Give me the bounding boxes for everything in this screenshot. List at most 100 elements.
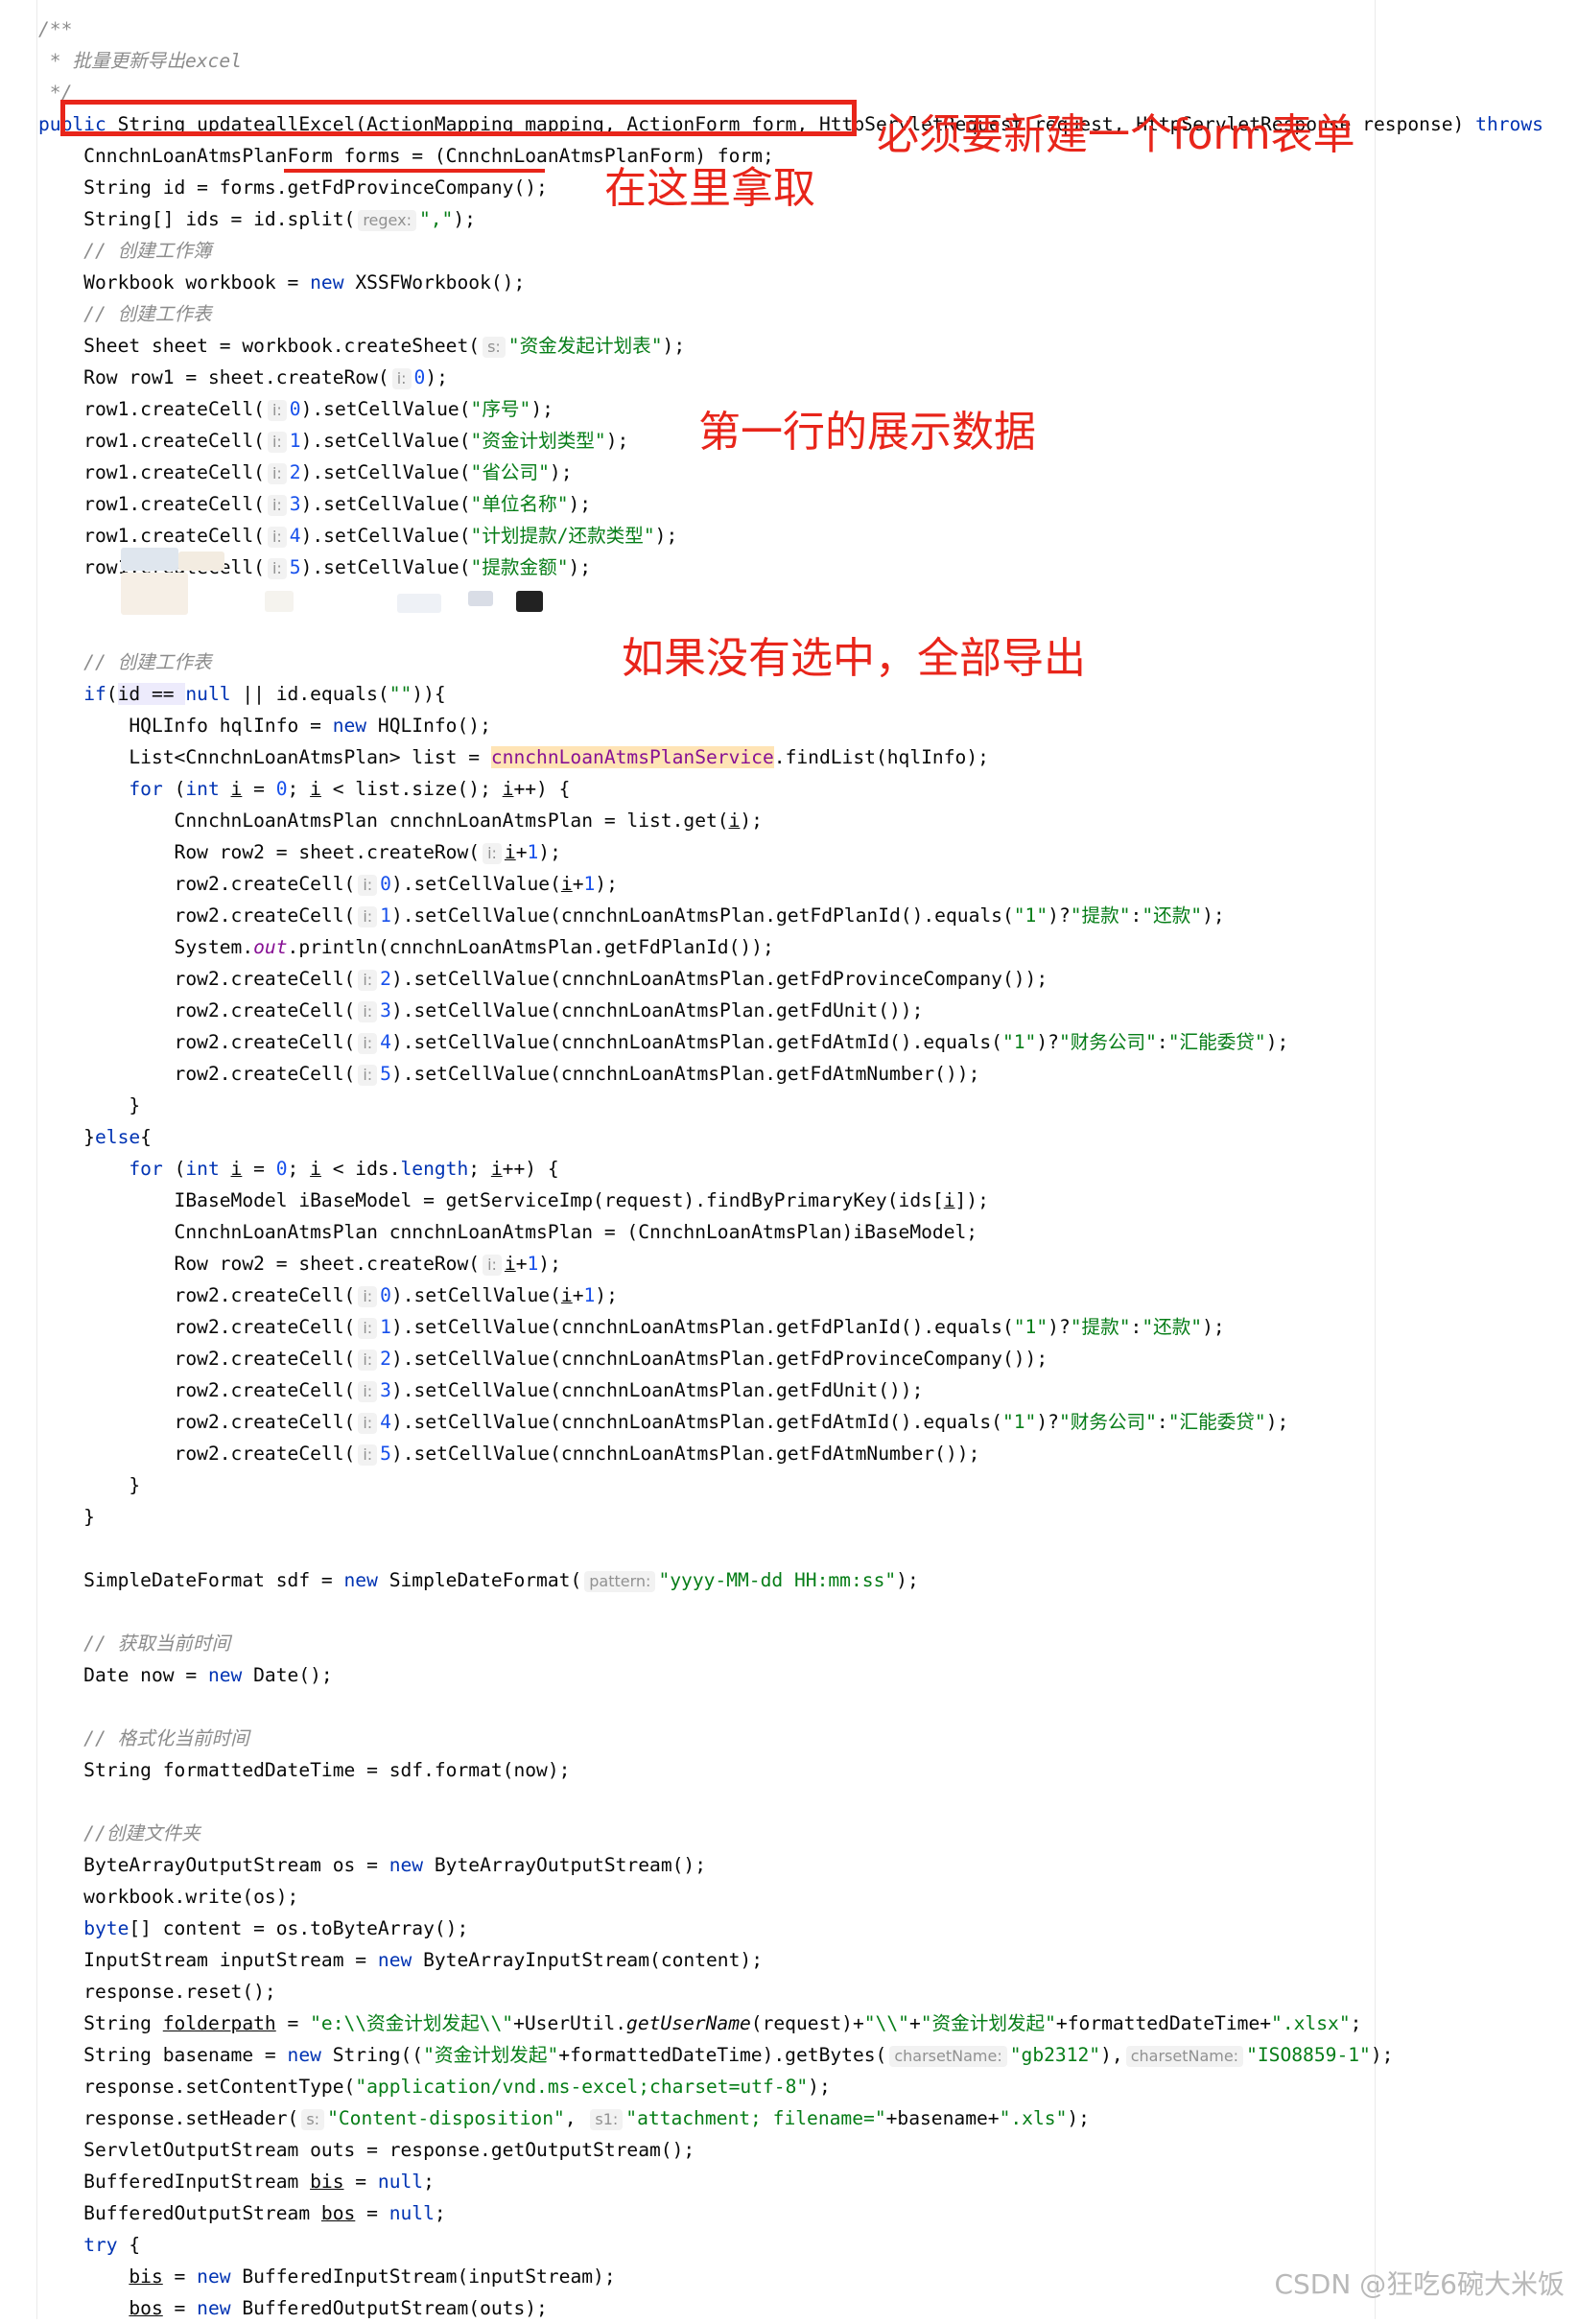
code-line[interactable]: } — [38, 1469, 140, 1501]
code-token: 0 — [413, 366, 426, 388]
code-line[interactable]: row1.createCell(i: 1).setCellValue("资金计划类… — [38, 425, 628, 457]
code-line[interactable]: String formattedDateTime = sdf.format(no… — [38, 1754, 570, 1786]
code-line[interactable]: row2.createCell(i: 1).setCellValue(cnnchn… — [38, 1311, 1225, 1343]
code-line[interactable]: Row row1 = sheet.createRow(i: 0); — [38, 362, 448, 393]
code-token: HQLInfo(); — [377, 715, 491, 737]
code-line[interactable]: response.setHeader(s: "Content-dispositio… — [38, 2102, 1090, 2134]
code-line[interactable]: workbook.write(os); — [38, 1881, 298, 1913]
code-line[interactable]: HQLInfo hqlInfo = new HQLInfo(); — [38, 710, 491, 741]
code-line[interactable]: byte[] content = os.toByteArray(); — [38, 1913, 468, 1944]
code-line[interactable]: for (int i = 0; i < list.size(); i++) { — [38, 773, 570, 805]
code-line[interactable]: response.reset(); — [38, 1976, 276, 2007]
code-line[interactable]: row2.createCell(i: 3).setCellValue(cnnchn… — [38, 995, 923, 1026]
code-line[interactable]: row1.createCell(i: 0).setCellValue("序号"); — [38, 393, 553, 425]
code-line[interactable]: row2.createCell(i: 5).setCellValue(cnnchn… — [38, 1438, 979, 1469]
param-hint: i: — [358, 1064, 378, 1086]
code-line[interactable]: response.setContentType("application/vnd… — [38, 2071, 831, 2102]
code-token: 1 — [289, 430, 301, 452]
param-hint: s: — [301, 2108, 325, 2130]
code-line[interactable]: // 格式化当前时间 — [38, 1723, 249, 1754]
code-line[interactable]: row2.createCell(i: 1).setCellValue(cnnchn… — [38, 900, 1225, 931]
code-line[interactable]: InputStream inputStream = new ByteArrayI… — [38, 1944, 763, 1976]
code-token: // 创建工作簿 — [38, 240, 212, 262]
code-token: "提款" — [1070, 904, 1131, 927]
code-token: ); — [896, 1569, 919, 1591]
code-token: ).setCellValue( — [300, 525, 471, 547]
code-line[interactable]: Row row2 = sheet.createRow(i: i+1); — [38, 836, 561, 868]
code-line[interactable]: bis = new BufferedInputStream(inputStrea… — [38, 2261, 615, 2292]
code-line[interactable]: String id = forms.getFdProvinceCompany()… — [38, 172, 548, 203]
code-line[interactable]: Workbook workbook = new XSSFWorkbook(); — [38, 267, 525, 298]
code-line[interactable]: String basename = new String(("资金计划发起"+f… — [38, 2039, 1393, 2071]
code-line[interactable]: BufferedInputStream bis = null; — [38, 2166, 435, 2197]
code-line[interactable]: if(id == null || id.equals("")){ — [38, 678, 446, 710]
code-line[interactable]: }else{ — [38, 1121, 152, 1153]
code-line[interactable]: row1.createCell(i: 2).setCellValue("省公司")… — [38, 457, 573, 488]
highlight-box-form — [60, 100, 857, 136]
code-line[interactable]: try { — [38, 2229, 140, 2261]
code-line[interactable]: bos = new BufferedOutputStream(outs); — [38, 2292, 547, 2324]
code-token: String[] ids = id.split( — [38, 208, 356, 230]
param-hint: pattern: — [584, 1570, 656, 1592]
code-token: InputStream inputStream = — [38, 1949, 378, 1971]
code-line[interactable]: Date now = new Date(); — [38, 1659, 333, 1691]
code-line[interactable]: } — [38, 1090, 140, 1121]
code-line[interactable]: * 批量更新导出excel — [38, 45, 242, 77]
code-token: Date now = — [38, 1664, 208, 1686]
code-token: < ids. — [320, 1158, 401, 1180]
code-line[interactable]: BufferedOutputStream bos = null; — [38, 2197, 446, 2229]
code-line[interactable]: /** — [38, 13, 72, 45]
code-token: + — [572, 873, 584, 895]
code-line[interactable]: row2.createCell(i: 5).setCellValue(cnnchn… — [38, 1058, 979, 1090]
code-token: HQLInfo hqlInfo = — [38, 715, 333, 737]
code-token: "资金计划发起" — [423, 2044, 559, 2066]
param-hint: i: — [358, 1000, 378, 1022]
code-line[interactable]: Row row2 = sheet.createRow(i: i+1); — [38, 1248, 561, 1279]
code-token: "提款" — [1070, 1316, 1131, 1338]
code-line[interactable]: List<CnnchnLoanAtmsPlan> list = cnnchnLo… — [38, 741, 989, 773]
code-line[interactable]: IBaseModel iBaseModel = getServiceImp(re… — [38, 1185, 989, 1216]
code-token: + — [515, 841, 528, 863]
code-line[interactable]: //创建文件夹 — [38, 1818, 200, 1849]
code-line[interactable]: // 创建工作表 — [38, 298, 211, 330]
code-line[interactable]: ByteArrayOutputStream os = new ByteArray… — [38, 1849, 706, 1881]
code-line[interactable]: } — [38, 1501, 95, 1533]
code-line[interactable]: // 创建工作簿 — [38, 235, 212, 267]
code-line[interactable]: row2.createCell(i: 3).setCellValue(cnnchn… — [38, 1374, 923, 1406]
code-token: i — [490, 1158, 503, 1180]
code-line[interactable]: Sheet sheet = workbook.createSheet(s: "资金… — [38, 330, 685, 362]
code-line[interactable]: row2.createCell(i: 4).setCellValue(cnnchn… — [38, 1406, 1288, 1438]
code-line[interactable]: String[] ids = id.split(regex: ","); — [38, 203, 476, 235]
code-token: folderpath — [162, 2012, 276, 2034]
code-line[interactable]: for (int i = 0; i < ids.length; i++) { — [38, 1153, 558, 1185]
code-token: + — [908, 2012, 921, 2034]
code-token: new — [343, 1569, 389, 1591]
code-token: i — [310, 778, 321, 800]
code-line[interactable]: SimpleDateFormat sdf = new SimpleDateFor… — [38, 1564, 919, 1596]
code-token: i — [502, 778, 514, 800]
code-line[interactable]: // 获取当前时间 — [38, 1628, 230, 1659]
code-token: ++) { — [513, 778, 571, 800]
code-line[interactable]: ServletOutputStream outs = response.getO… — [38, 2134, 695, 2166]
code-line[interactable]: CnnchnLoanAtmsPlan cnnchnLoanAtmsPlan = … — [38, 805, 763, 836]
code-token: new — [377, 1949, 424, 1971]
code-token: // 获取当前时间 — [38, 1632, 231, 1655]
code-line[interactable]: row1.createCell(i: 3).setCellValue("单位名称"… — [38, 488, 591, 520]
code-line[interactable]: CnnchnLoanAtmsPlan cnnchnLoanAtmsPlan = … — [38, 1216, 978, 1248]
code-token: String — [38, 2012, 163, 2034]
code-line[interactable]: System.out.println(cnnchnLoanAtmsPlan.ge… — [38, 931, 774, 963]
code-line[interactable]: row2.createCell(i: 2).setCellValue(cnnchn… — [38, 963, 1048, 995]
code-token: bis — [310, 2171, 344, 2193]
code-line[interactable]: row2.createCell(i: 0).setCellValue(i+1); — [38, 868, 618, 900]
code-line[interactable]: // 创建工作表 — [38, 646, 211, 678]
code-token: ).setCellValue( — [300, 493, 471, 515]
code-token: 3 — [289, 493, 301, 515]
code-line[interactable]: row2.createCell(i: 2).setCellValue(cnnchn… — [38, 1343, 1048, 1374]
code-line[interactable]: String folderpath = "e:\\资金计划发起\\"+UserU… — [38, 2007, 1361, 2039]
code-token: i — [230, 778, 243, 800]
code-line[interactable]: row2.createCell(i: 0).setCellValue(i+1); — [38, 1279, 618, 1311]
code-token: "资金发起计划表" — [507, 335, 663, 357]
code-token: )){ — [412, 683, 446, 705]
code-token: String(( — [332, 2044, 424, 2066]
code-line[interactable]: row2.createCell(i: 4).setCellValue(cnnchn… — [38, 1026, 1288, 1058]
